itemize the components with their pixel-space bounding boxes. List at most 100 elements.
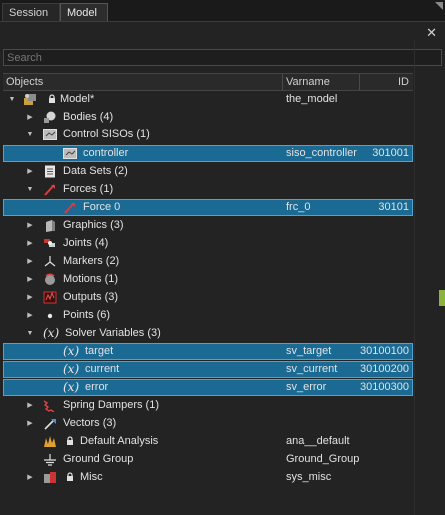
column-separator[interactable] bbox=[359, 74, 360, 90]
expand-arrow-icon[interactable]: ▶ bbox=[25, 397, 35, 414]
data-sets-icon bbox=[45, 165, 55, 178]
collapse-arrow-icon[interactable]: ▼ bbox=[25, 126, 35, 143]
varname-cell: sv_current bbox=[286, 363, 338, 375]
graphics-icon bbox=[46, 220, 55, 232]
expand-arrow-icon[interactable]: ▶ bbox=[25, 109, 35, 126]
outputs-icon bbox=[43, 291, 57, 304]
collapse-arrow-icon[interactable]: ▼ bbox=[25, 325, 35, 342]
solver-variable-icon: (x) bbox=[63, 362, 80, 376]
tree-label: Default Analysis bbox=[80, 435, 159, 447]
search-input[interactable] bbox=[3, 49, 442, 66]
expand-arrow-icon[interactable]: ▶ bbox=[25, 415, 35, 432]
lock-icon bbox=[49, 94, 55, 103]
tree-row-bodies[interactable]: ▶ Bodies (4) bbox=[3, 109, 413, 126]
varname-cell: the_model bbox=[286, 93, 338, 105]
control-siso-icon bbox=[43, 129, 57, 140]
tree-label: error bbox=[85, 381, 109, 393]
tree-row-vectors[interactable]: ▶ Vectors (3) bbox=[3, 415, 413, 432]
column-separator[interactable] bbox=[282, 74, 283, 90]
varname-cell: sv_target bbox=[286, 345, 332, 357]
expand-arrow-icon[interactable]: ▶ bbox=[25, 307, 35, 324]
expand-arrow-icon[interactable]: ▶ bbox=[25, 235, 35, 252]
forces-icon bbox=[64, 202, 75, 214]
varname-cell: siso_controller bbox=[286, 147, 357, 159]
tree-label: target bbox=[85, 345, 114, 357]
tree-label: Outputs (3) bbox=[63, 291, 119, 303]
tree-label: Misc bbox=[80, 471, 103, 483]
misc-icon bbox=[44, 472, 56, 483]
tree-label: Forces (1) bbox=[63, 183, 114, 195]
solver-variable-icon: (x) bbox=[63, 380, 80, 394]
tree-label: Control SISOs (1) bbox=[63, 128, 150, 140]
collapse-arrow-icon[interactable]: ▼ bbox=[25, 181, 35, 198]
side-indicator bbox=[439, 290, 445, 306]
tree-row-forces[interactable]: ▼ Forces (1) bbox=[3, 181, 413, 198]
tree-row-graphics[interactable]: ▶ Graphics (3) bbox=[3, 217, 413, 234]
model-icon bbox=[24, 94, 36, 105]
tree-row-default-analysis[interactable]: Default Analysis ana__default bbox=[3, 433, 413, 450]
tree-label: Motions (1) bbox=[63, 273, 119, 285]
tree-label: controller bbox=[83, 147, 129, 159]
collapse-arrow-icon[interactable]: ▼ bbox=[7, 91, 17, 108]
panel-divider[interactable] bbox=[414, 40, 415, 515]
column-varname[interactable]: Varname bbox=[286, 74, 330, 90]
tree-row-motions[interactable]: ▶ Motions (1) bbox=[3, 271, 413, 288]
tree-label: Force 0 bbox=[83, 201, 121, 213]
corner-triangle-icon bbox=[435, 2, 443, 10]
varname-cell: sys_misc bbox=[286, 471, 332, 483]
tab-session[interactable]: Session bbox=[2, 3, 60, 22]
expand-arrow-icon[interactable]: ▶ bbox=[25, 253, 35, 270]
forces-icon bbox=[44, 184, 55, 196]
tree-row-control-sisos[interactable]: ▼ Control SISOs (1) bbox=[3, 126, 413, 143]
tab-model[interactable]: Model bbox=[60, 3, 108, 22]
tree-row-markers[interactable]: ▶ Markers (2) bbox=[3, 253, 413, 270]
expand-arrow-icon[interactable]: ▶ bbox=[25, 289, 35, 306]
expand-arrow-icon[interactable]: ▶ bbox=[25, 217, 35, 234]
tree-row-points[interactable]: ▶ Points (6) bbox=[3, 307, 413, 324]
lock-icon bbox=[67, 436, 73, 445]
motions-icon bbox=[45, 273, 55, 285]
tree-row-target[interactable]: (x) target sv_target 30100100 bbox=[3, 343, 413, 360]
tree-label: Data Sets (2) bbox=[63, 165, 128, 177]
column-id[interactable]: ID bbox=[398, 74, 409, 90]
expand-arrow-icon[interactable]: ▶ bbox=[25, 271, 35, 288]
varname-cell: sv_error bbox=[286, 381, 327, 393]
tree-row-spring-dampers[interactable]: ▶ Spring Dampers (1) bbox=[3, 397, 413, 414]
tree-row-solver-variables[interactable]: ▼ (x) Solver Variables (3) bbox=[3, 325, 413, 342]
tree-row-outputs[interactable]: ▶ Outputs (3) bbox=[3, 289, 413, 306]
tree-row-ground-group[interactable]: Ground Group Ground_Group bbox=[3, 451, 413, 468]
column-objects[interactable]: Objects bbox=[6, 74, 43, 90]
tree-label: Model* bbox=[60, 93, 95, 105]
lock-icon bbox=[67, 472, 73, 481]
tree-row-current[interactable]: (x) current sv_current 30100200 bbox=[3, 361, 413, 378]
tree-label: Graphics (3) bbox=[63, 219, 124, 231]
tree-label: Markers (2) bbox=[63, 255, 120, 267]
expand-arrow-icon[interactable]: ▶ bbox=[25, 469, 35, 486]
tree-label: Bodies (4) bbox=[63, 111, 114, 123]
id-cell: 30100300 bbox=[360, 381, 409, 393]
tree-row-data-sets[interactable]: ▶ Data Sets (2) bbox=[3, 163, 413, 180]
tree-row-force-0[interactable]: Force 0 frc_0 30101 bbox=[3, 199, 413, 216]
solver-variable-icon: (x) bbox=[43, 326, 60, 340]
id-cell: 30100200 bbox=[360, 363, 409, 375]
solver-variable-icon: (x) bbox=[63, 344, 80, 358]
tab-bar: Session Model bbox=[0, 0, 445, 22]
bodies-icon bbox=[44, 111, 56, 123]
points-icon bbox=[47, 313, 53, 319]
tree-row-misc[interactable]: ▶ Misc sys_misc bbox=[3, 469, 413, 486]
tree-row-controller[interactable]: controller siso_controller 301001 bbox=[3, 145, 413, 162]
tree-row-error[interactable]: (x) error sv_error 30100300 bbox=[3, 379, 413, 396]
tree-row-joints[interactable]: ▶ Joints (4) bbox=[3, 235, 413, 252]
varname-cell: frc_0 bbox=[286, 201, 311, 213]
tree-row-model[interactable]: ▼ Model* the_model bbox=[3, 91, 413, 108]
varname-cell: ana__default bbox=[286, 435, 350, 447]
tab-underline bbox=[0, 21, 445, 22]
ground-icon bbox=[44, 454, 56, 466]
varname-cell: Ground_Group bbox=[286, 453, 360, 465]
expand-arrow-icon[interactable]: ▶ bbox=[25, 163, 35, 180]
id-cell: 301001 bbox=[372, 147, 409, 159]
tree-label: Points (6) bbox=[63, 309, 111, 321]
tree-label: Ground Group bbox=[63, 453, 134, 465]
vectors-icon bbox=[44, 419, 56, 430]
close-icon[interactable]: ✕ bbox=[426, 26, 437, 40]
